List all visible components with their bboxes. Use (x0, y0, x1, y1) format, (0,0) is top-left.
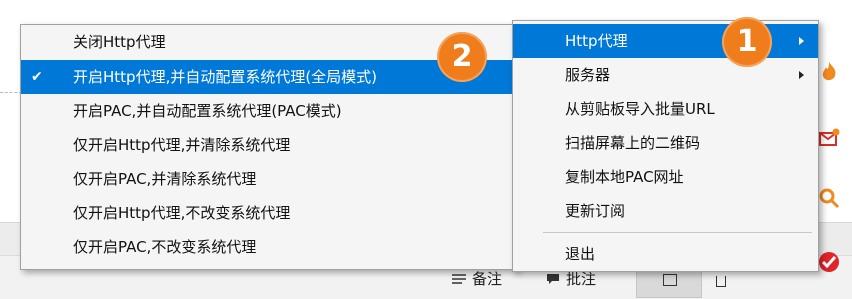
menu-item-copy-pac-url[interactable]: 复制本地PAC网址 (513, 160, 818, 194)
notes-button[interactable]: 备注 (452, 268, 502, 289)
step-badge-1: 1 (722, 17, 772, 67)
menu-item-pac-only-clear[interactable]: 仅开启PAC,并清除系统代理 (21, 162, 517, 196)
menu-item-label: Http代理 (565, 32, 628, 50)
menu-item-label: 扫描屏幕上的二维码 (565, 134, 701, 152)
menu-item-label: 仅开启Http代理,并清除系统代理 (73, 136, 291, 154)
menu-item-label: 服务器 (565, 66, 611, 84)
menu-item-http-proxy[interactable]: Http代理 (513, 24, 818, 58)
background-divider (0, 92, 22, 93)
menu-item-http-only-clear[interactable]: 仅开启Http代理,并清除系统代理 (21, 128, 517, 162)
menu-item-enable-pac[interactable]: 开启PAC,并自动配置系统代理(PAC模式) (21, 94, 517, 128)
tray-context-menu: Http代理 服务器 从剪贴板导入批量URL 扫描屏幕上的二维码 复制本地PAC… (512, 20, 819, 272)
menu-item-import-clipboard[interactable]: 从剪贴板导入批量URL (513, 92, 818, 126)
submenu-arrow-icon (799, 37, 804, 45)
submenu-arrow-icon (799, 71, 804, 79)
menu-item-label: 开启Http代理,并自动配置系统代理(全局模式) (73, 68, 378, 86)
search-icon (819, 188, 840, 209)
mail-alert-icon (819, 128, 840, 146)
menu-item-label: 更新订阅 (565, 202, 626, 220)
menu-item-servers[interactable]: 服务器 (513, 58, 818, 92)
notes-label: 备注 (472, 270, 503, 288)
step-badge-2: 2 (437, 32, 487, 82)
menu-item-update-subscription[interactable]: 更新订阅 (513, 194, 818, 228)
menu-item-scan-qrcode[interactable]: 扫描屏幕上的二维码 (513, 126, 818, 160)
notes-icon (452, 273, 466, 284)
menu-item-pac-only-keep[interactable]: 仅开启PAC,不改变系统代理 (21, 230, 517, 264)
menu-item-label: 仅开启PAC,并清除系统代理 (73, 170, 257, 188)
comment-icon (547, 273, 559, 284)
menu-item-label: 退出 (565, 245, 596, 263)
check-badge-icon (819, 252, 839, 272)
check-icon: ✔ (31, 69, 43, 85)
menu-item-label: 从剪贴板导入批量URL (565, 100, 715, 118)
menu-item-label: 关闭Http代理 (73, 33, 166, 51)
menu-item-label: 开启PAC,并自动配置系统代理(PAC模式) (73, 102, 342, 120)
menu-item-label: 复制本地PAC网址 (565, 168, 684, 186)
menu-item-label: 仅开启Http代理,不改变系统代理 (73, 204, 291, 222)
menu-separator (543, 232, 812, 233)
menu-item-label: 仅开启PAC,不改变系统代理 (73, 238, 257, 256)
flame-icon (822, 62, 836, 81)
menu-item-http-only-keep[interactable]: 仅开启Http代理,不改变系统代理 (21, 196, 517, 230)
menu-item-exit[interactable]: 退出 (513, 237, 818, 271)
reading-view-icon[interactable] (716, 276, 726, 287)
normal-view-icon (663, 274, 677, 286)
